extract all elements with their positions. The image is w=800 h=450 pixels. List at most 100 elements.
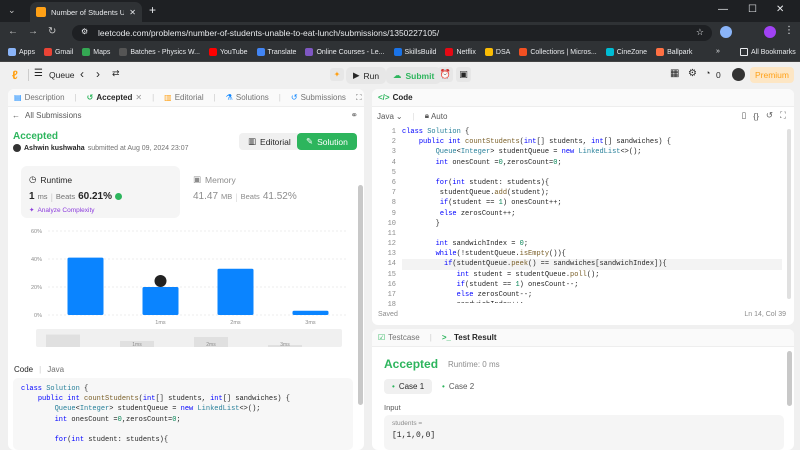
bookmark-star-icon[interactable]: ☆ <box>696 27 704 38</box>
checkbox-icon: ☑ <box>378 333 386 342</box>
streak-flame-icon[interactable]: ◔ <box>705 68 710 78</box>
chrome-menu-icon[interactable]: ⋮ <box>784 25 794 36</box>
bookmark-item[interactable]: Netflix <box>445 48 476 56</box>
fullscreen-icon[interactable]: ⛶ <box>780 110 786 121</box>
bookmark-item[interactable]: Apps <box>8 48 35 56</box>
timer-icon[interactable]: ⏰ <box>438 67 453 82</box>
bookmark-item[interactable]: Gmail <box>43 48 73 56</box>
settings-gear-icon[interactable]: ⚙ <box>688 68 697 79</box>
all-submissions-link[interactable]: ← All Submissions <box>12 111 81 120</box>
bookmark-item[interactable]: Ballpark <box>656 48 692 56</box>
reset-icon[interactable]: ↺ <box>766 110 773 121</box>
chart-overview-strip[interactable] <box>36 329 342 347</box>
result-scrollbar[interactable] <box>787 351 792 406</box>
user-avatar[interactable] <box>732 68 745 81</box>
tab-accepted[interactable]: ↺ Accepted ✕ <box>87 93 142 102</box>
left-panel-scrollbar[interactable] <box>358 185 363 405</box>
auto-mode-toggle[interactable]: 🔒︎ Auto <box>425 111 448 121</box>
separator: | <box>50 191 53 202</box>
solution-button[interactable]: ✎ Solution <box>297 133 357 150</box>
bookmark-item[interactable]: Translate <box>256 48 296 56</box>
share-link-icon[interactable]: ⚭ <box>350 110 358 121</box>
line-number: 10 <box>387 219 396 228</box>
close-tab-icon[interactable]: ✕ <box>129 8 136 17</box>
bookmarks-more-icon[interactable]: » <box>716 48 720 55</box>
accepted-icon: ↺ <box>86 93 94 102</box>
tab-search-icon[interactable]: ⌄ <box>8 5 16 16</box>
forward-icon[interactable]: → <box>28 26 38 37</box>
bookmark-item[interactable]: Collections | Micros... <box>519 48 597 56</box>
bookmark-item[interactable]: YouTube <box>209 48 248 56</box>
book-icon: ▥ <box>164 93 172 102</box>
leetcode-logo-icon[interactable]: ℓ <box>12 68 18 82</box>
tab-submissions[interactable]: ↺ Submissions <box>291 93 346 102</box>
problem-list-name[interactable]: Queue <box>49 70 75 80</box>
new-tab-icon[interactable]: + <box>149 3 156 17</box>
editor-scrollbar[interactable] <box>787 129 791 299</box>
next-problem-icon[interactable]: › <box>96 67 100 81</box>
tab-description[interactable]: ▤ Description <box>14 93 65 102</box>
editor-code[interactable]: class Solution { public int countStudent… <box>402 127 782 303</box>
case-2-button[interactable]: • Case 2 <box>434 379 482 394</box>
all-bookmarks[interactable]: All Bookmarks <box>740 48 796 56</box>
editorial-button[interactable]: ▥ Editorial <box>239 133 300 150</box>
submit-button[interactable]: ☁ Submit <box>386 67 442 84</box>
site-info-icon[interactable]: ⚙ <box>81 27 88 36</box>
shuffle-icon[interactable]: ⇄ <box>112 68 120 79</box>
close-tab-icon[interactable]: ✕ <box>135 93 142 102</box>
debug-icon[interactable]: ✦ <box>330 68 344 81</box>
tab-testcase[interactable]: ☑ Testcase <box>378 333 420 342</box>
problem-list-icon[interactable]: ☰ <box>34 68 43 79</box>
back-icon[interactable]: ← <box>8 26 18 37</box>
play-icon: ▶ <box>353 70 360 80</box>
runtime-card[interactable]: ◷ Runtime 1 ms | Beats 60.21% ✦ Analyze … <box>21 166 180 218</box>
bar[interactable] <box>67 257 104 315</box>
maximize-panel-icon[interactable]: ⛶ <box>356 93 362 103</box>
premium-button[interactable]: Premium <box>750 67 794 83</box>
bar[interactable] <box>292 310 329 315</box>
y-tick-label: 20% <box>31 285 42 291</box>
tab-solutions[interactable]: ⚗ Solutions <box>226 93 269 102</box>
language-select[interactable]: Java ⌄ <box>377 112 403 121</box>
notes-icon[interactable]: ▣ <box>456 67 471 82</box>
memory-beats: 41.52% <box>262 191 297 202</box>
author-name[interactable]: Ashwin kushwaha <box>24 145 85 152</box>
bookmarks-bar: Apps Gmail Maps Batches - Physics W... YouTu… <box>0 44 800 62</box>
tab-code[interactable]: </> Code <box>378 93 413 102</box>
bookmark-item[interactable]: Batches - Physics W... <box>119 48 200 56</box>
braces-icon[interactable]: {} <box>753 111 759 121</box>
runtime-distribution-chart[interactable]: 60% 40% 20% 0% 1ms 2ms 3ms 1ms 2ms 3ms <box>18 225 358 349</box>
bookmark-item[interactable]: DSA <box>484 48 510 56</box>
bookmark-item[interactable]: CineZone <box>605 48 647 56</box>
extension-icon[interactable] <box>720 26 732 38</box>
url-text: leetcode.com/problems/number-of-students… <box>98 28 440 38</box>
tab-test-result[interactable]: >_ Test Result <box>442 333 497 342</box>
tab-editorial[interactable]: ▥ Editorial <box>164 93 203 102</box>
line-number: 2 <box>391 138 396 147</box>
run-button[interactable]: ▶ Run <box>346 67 387 84</box>
profile-avatar[interactable] <box>764 26 776 38</box>
history-icon: ↺ <box>290 93 298 102</box>
submitted-code-block[interactable]: class Solution { public int countStudent… <box>13 378 353 450</box>
prev-problem-icon[interactable]: ‹ <box>80 67 84 81</box>
reload-icon[interactable]: ↻ <box>48 26 56 37</box>
case-1-button[interactable]: • Case 1 <box>384 379 433 394</box>
bookmark-item[interactable]: Maps <box>82 48 110 56</box>
bookmark-item[interactable]: SkillsBuild <box>393 48 436 56</box>
bar[interactable] <box>217 268 254 315</box>
code-label: Code <box>14 365 34 374</box>
memory-header: ▣ Memory <box>193 174 236 185</box>
memory-card[interactable]: ▣ Memory 41.47 MB | Beats 41.52% <box>193 166 343 218</box>
bookmark-favicon-icon <box>256 48 265 56</box>
maximize-icon[interactable]: ☐ <box>748 4 757 15</box>
layout-icon[interactable]: ▦ <box>670 68 679 79</box>
minimize-icon[interactable]: — <box>718 4 728 15</box>
bookmark-favicon-icon <box>393 48 402 56</box>
bar[interactable] <box>142 287 179 315</box>
close-window-icon[interactable]: ✕ <box>776 4 784 15</box>
bookmark-icon[interactable]: ▯ <box>742 110 747 121</box>
analyze-complexity-link[interactable]: ✦ Analyze Complexity <box>29 206 95 215</box>
bookmark-item[interactable]: Online Courses - Le... <box>305 48 385 56</box>
browser-tab[interactable]: Number of Students Unable to ✕ <box>30 2 142 22</box>
url-bar[interactable]: ⚙ leetcode.com/problems/number-of-studen… <box>72 25 712 41</box>
